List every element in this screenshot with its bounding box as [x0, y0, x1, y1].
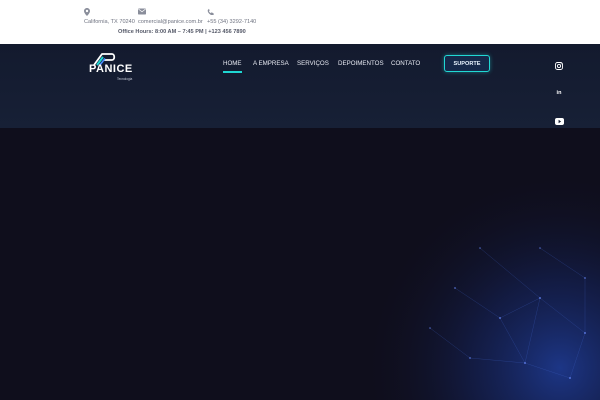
nav-item-a-empresa[interactable]: A EMPRESA	[253, 60, 289, 67]
youtube-link[interactable]	[553, 115, 565, 127]
phone-info[interactable]: +55 (34) 3292-7140	[207, 8, 256, 25]
main-header: PANICE Tecnologia HOME A EMPRESA SERVIÇO…	[0, 44, 600, 128]
phone-icon	[207, 8, 256, 16]
brand-logo[interactable]: PANICE Tecnologia	[89, 52, 143, 82]
address-text: California, TX 70240	[84, 19, 135, 25]
email-text[interactable]: comercial@panice.com.br	[138, 19, 203, 25]
hero-section	[0, 128, 600, 400]
map-pin-icon	[84, 8, 135, 16]
network-glow-graphic	[0, 128, 600, 400]
youtube-icon	[554, 117, 564, 125]
nav-item-depoimentos[interactable]: DEPOIMENTOS	[338, 60, 384, 67]
brand-tagline: Tecnologia	[117, 77, 133, 81]
email-info[interactable]: comercial@panice.com.br	[138, 8, 203, 25]
address-info: California, TX 70240	[84, 8, 135, 25]
nav-item-servicos[interactable]: SERVIÇOS	[297, 60, 329, 67]
nav-item-home[interactable]: HOME	[223, 60, 242, 73]
linkedin-link[interactable]: in	[553, 87, 565, 99]
brand-name: PANICE	[89, 63, 133, 75]
office-hours-text: Office Hours: 8:00 AM – 7:45 PM | +123 4…	[118, 29, 246, 35]
phone-text[interactable]: +55 (34) 3292-7140	[207, 19, 256, 25]
linkedin-icon: in	[556, 90, 562, 96]
envelope-icon	[138, 8, 203, 16]
nav-item-contato[interactable]: CONTATO	[391, 60, 420, 67]
top-info-bar: California, TX 70240 comercial@panice.co…	[0, 0, 600, 44]
instagram-icon	[555, 62, 563, 70]
suporte-button[interactable]: SUPORTE	[444, 55, 490, 72]
instagram-link[interactable]	[553, 60, 565, 72]
